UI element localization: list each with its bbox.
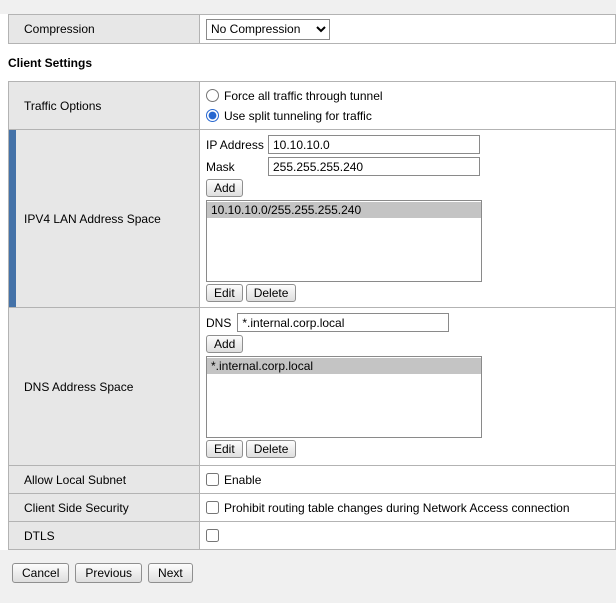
dtls-checkbox[interactable] (206, 529, 219, 542)
dns-label: DNS (206, 316, 231, 330)
allow-local-subnet-label: Allow Local Subnet (24, 473, 126, 487)
enable-local-subnet-label: Enable (224, 471, 261, 489)
dns-input[interactable] (237, 313, 449, 332)
dtls-label: DTLS (24, 529, 55, 543)
ip-address-input[interactable] (268, 135, 480, 154)
client-side-security-value-cell: Prohibit routing table changes during Ne… (200, 494, 616, 522)
next-button[interactable]: Next (148, 563, 193, 583)
ip-address-field-line: IP Address (206, 135, 609, 154)
dns-address-space-row: DNS Address Space DNS Add *.internal.cor… (8, 308, 616, 466)
ipv4-lan-label-cell: IPV4 LAN Address Space (8, 130, 200, 308)
compression-row: Compression No Compression (8, 15, 616, 44)
network-access-client-settings-page: Compression No Compression Client Settin… (0, 0, 616, 603)
allow-local-subnet-label-cell: Allow Local Subnet (8, 466, 200, 494)
mask-label: Mask (206, 160, 262, 174)
traffic-options-value-cell: Force all traffic through tunnel Use spl… (200, 82, 616, 130)
dtls-row: DTLS (8, 522, 616, 550)
ipv4-list-buttons: Edit Delete (206, 284, 609, 302)
section-header-text: Client Settings (8, 56, 92, 70)
top-strip (0, 0, 616, 14)
split-tunneling-option[interactable]: Use split tunneling for traffic (206, 107, 609, 125)
ipv4-edit-button[interactable]: Edit (206, 284, 243, 302)
prohibit-routing-changes-option[interactable]: Prohibit routing table changes during Ne… (206, 499, 570, 517)
dns-edit-button[interactable]: Edit (206, 440, 243, 458)
ipv4-lan-address-space-row: IPV4 LAN Address Space IP Address Mask A… (8, 130, 616, 308)
ipv4-delete-button[interactable]: Delete (246, 284, 297, 302)
dns-list-buttons: Edit Delete (206, 440, 609, 458)
prohibit-routing-changes-label: Prohibit routing table changes during Ne… (224, 499, 570, 517)
force-all-traffic-option[interactable]: Force all traffic through tunnel (206, 87, 609, 105)
dns-label-cell: DNS Address Space (8, 308, 200, 466)
force-all-traffic-radio[interactable] (206, 89, 219, 102)
prohibit-routing-changes-checkbox[interactable] (206, 501, 219, 514)
client-side-security-label-cell: Client Side Security (8, 494, 200, 522)
ipv4-add-button[interactable]: Add (206, 179, 243, 197)
split-tunneling-radio[interactable] (206, 109, 219, 122)
dns-field-line: DNS (206, 313, 609, 332)
force-all-traffic-label: Force all traffic through tunnel (224, 87, 383, 105)
dtls-value-cell (200, 522, 616, 550)
previous-button[interactable]: Previous (75, 563, 142, 583)
traffic-options-label: Traffic Options (24, 99, 101, 113)
ip-address-label: IP Address (206, 138, 262, 152)
dns-delete-button[interactable]: Delete (246, 440, 297, 458)
allow-local-subnet-row: Allow Local Subnet Enable (8, 466, 616, 494)
ipv4-lan-label: IPV4 LAN Address Space (24, 212, 161, 226)
mask-input[interactable] (268, 157, 480, 176)
enable-local-subnet-option[interactable]: Enable (206, 471, 261, 489)
mask-field-line: Mask (206, 157, 609, 176)
client-side-security-label: Client Side Security (24, 501, 129, 515)
client-settings-table: Traffic Options Force all traffic throug… (8, 81, 616, 550)
dns-list-item[interactable]: *.internal.corp.local (207, 358, 481, 374)
cancel-button[interactable]: Cancel (12, 563, 69, 583)
dns-listbox[interactable]: *.internal.corp.local (206, 356, 482, 438)
traffic-options-row: Traffic Options Force all traffic throug… (8, 82, 616, 130)
dns-address-space-label: DNS Address Space (24, 380, 133, 394)
ipv4-lan-value-cell: IP Address Mask Add 10.10.10.0/255.255.2… (200, 130, 616, 308)
compression-value-cell: No Compression (200, 15, 616, 44)
dns-value-cell: DNS Add *.internal.corp.local Edit Delet… (200, 308, 616, 466)
section-header-client-settings: Client Settings (0, 44, 616, 81)
ipv4-lan-listbox[interactable]: 10.10.10.0/255.255.255.240 (206, 200, 482, 282)
dns-add-button[interactable]: Add (206, 335, 243, 353)
ipv4-lan-list-item[interactable]: 10.10.10.0/255.255.255.240 (207, 202, 481, 218)
split-tunneling-label: Use split tunneling for traffic (224, 107, 372, 125)
dtls-label-cell: DTLS (8, 522, 200, 550)
traffic-options-label-cell: Traffic Options (8, 82, 200, 130)
enable-local-subnet-checkbox[interactable] (206, 473, 219, 486)
compression-label-cell: Compression (8, 15, 200, 44)
footer-bar: Cancel Previous Next (0, 550, 616, 603)
compression-label: Compression (24, 22, 95, 36)
allow-local-subnet-value-cell: Enable (200, 466, 616, 494)
compression-select[interactable]: No Compression (206, 19, 330, 40)
compression-table: Compression No Compression (8, 14, 616, 44)
client-side-security-row: Client Side Security Prohibit routing ta… (8, 494, 616, 522)
